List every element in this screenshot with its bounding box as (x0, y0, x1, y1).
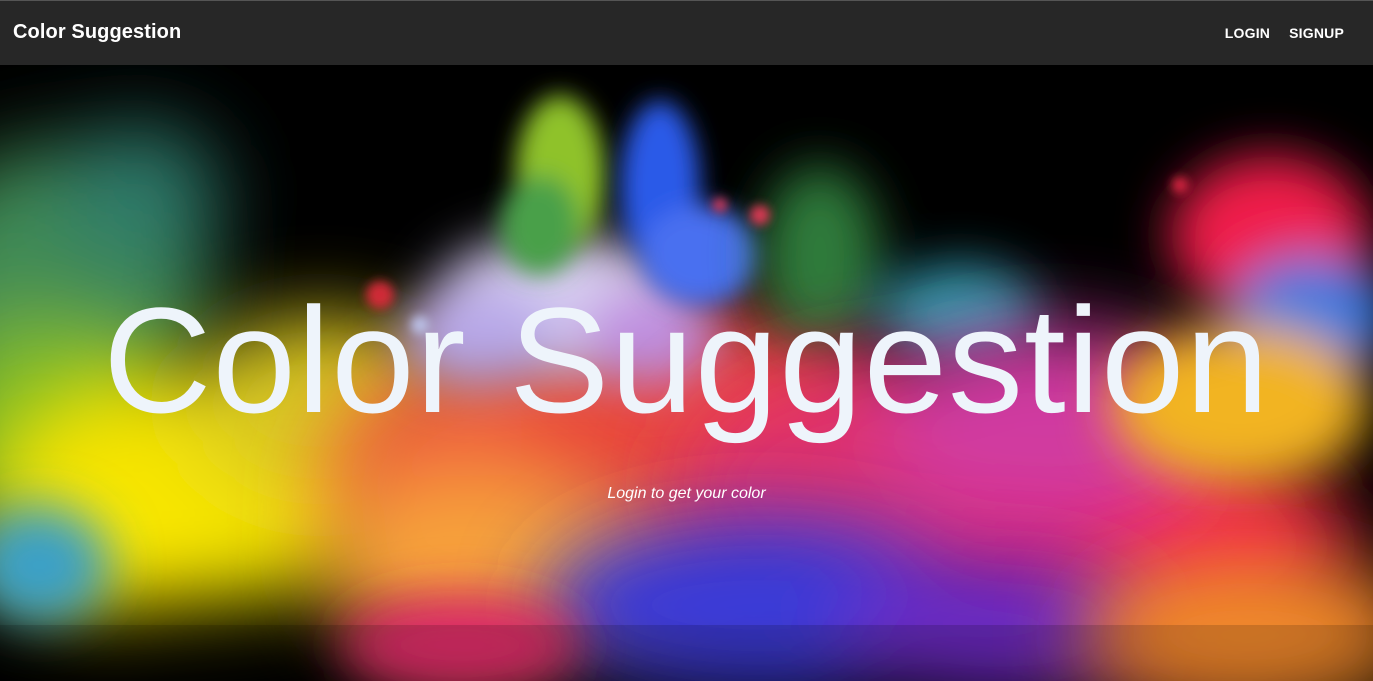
nav-links: LOGIN SIGNUP (1225, 25, 1344, 41)
signup-link[interactable]: SIGNUP (1289, 25, 1344, 41)
login-link[interactable]: LOGIN (1225, 25, 1270, 41)
hero-title: Color Suggestion (103, 276, 1270, 444)
top-navbar: Color Suggestion LOGIN SIGNUP (0, 0, 1373, 65)
hero-section: Color Suggestion Login to get your color (0, 65, 1373, 681)
hero-subtitle: Login to get your color (607, 485, 766, 502)
brand-logo-link[interactable]: Color Suggestion (13, 21, 181, 44)
